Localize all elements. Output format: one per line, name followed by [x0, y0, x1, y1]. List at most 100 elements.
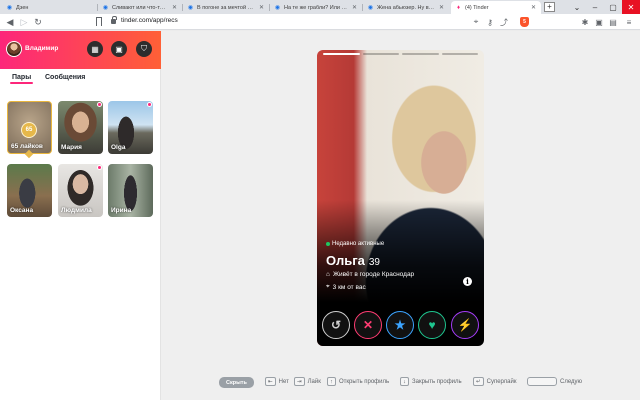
hint-no: ⇤ Нет: [265, 377, 289, 386]
close-tab-icon[interactable]: ✕: [438, 4, 445, 11]
keyboard-hints: Скрыть ⇤ Нет ⇥ Лайк ↑ Открыть профиль ↓ …: [161, 374, 640, 390]
boost-button[interactable]: ⚡: [451, 311, 479, 339]
super-like-button[interactable]: ★: [386, 311, 414, 339]
close-window-icon[interactable]: ✕: [622, 0, 640, 14]
reload-icon[interactable]: ↻: [32, 16, 44, 28]
hint-like: ⇥ Лайк: [294, 377, 321, 386]
browser-tab[interactable]: ◉ Жена абьюзер. Ну все нафиг ✕: [363, 1, 449, 14]
briefcase-icon: ▣: [115, 44, 123, 54]
unread-dot: [147, 102, 152, 107]
hide-hints-button[interactable]: Скрыть: [219, 377, 254, 388]
browser-tab[interactable]: ◉ На те же грабли? Или улучши ✕: [270, 1, 362, 14]
arrow-down-key-icon: ↓: [400, 377, 409, 386]
card-label: Ирина: [111, 207, 132, 214]
heart-icon: ♥: [428, 318, 436, 332]
sidebar-tabs: Пары Сообщения: [0, 71, 161, 85]
arrow-left-key-icon: ⇤: [265, 377, 276, 386]
photo-indicator[interactable]: [323, 53, 360, 55]
profile-card[interactable]: [317, 50, 484, 346]
card-label: 65 лайков: [11, 143, 43, 150]
shield-icon: ⛉: [141, 44, 147, 53]
tab-search-icon[interactable]: ⌄: [568, 0, 586, 14]
hint-superlike: ↵ Суперлайк: [473, 377, 516, 386]
tab-matches[interactable]: Пары: [9, 74, 34, 84]
dzen-icon: ◉: [187, 5, 194, 11]
space-key-icon: [527, 377, 557, 386]
dzen-icon: ◉: [102, 5, 109, 11]
unread-dot: [97, 102, 102, 107]
star-icon: ★: [394, 318, 406, 332]
profile-name: Ольга: [326, 253, 365, 268]
nope-button[interactable]: ✕: [354, 311, 382, 339]
activity-text: Недавно активные: [332, 241, 385, 247]
rewind-icon: ↺: [330, 318, 342, 332]
tinder-icon: ♦: [456, 4, 461, 11]
card-label: Оксана: [10, 207, 34, 214]
hint-next: Следую: [527, 377, 582, 386]
dzen-icon: ◉: [6, 5, 13, 11]
profile-city-row: ⌂ Живёт в городе Краснодар: [326, 271, 414, 278]
close-tab-icon[interactable]: ✕: [530, 4, 537, 11]
activity-status: Недавно активные: [326, 241, 384, 247]
lightning-icon: ⚡: [457, 318, 473, 332]
photo-progress: [323, 53, 478, 55]
profile-city: Живёт в городе Краснодар: [332, 271, 415, 278]
close-icon: ✕: [362, 318, 374, 332]
photo-indicator[interactable]: [441, 53, 478, 55]
photo-indicator[interactable]: [402, 53, 439, 55]
card-label: Мария: [61, 144, 82, 151]
forward-icon[interactable]: ▷: [18, 16, 30, 28]
close-tab-icon[interactable]: ✕: [258, 4, 265, 11]
online-dot-icon: [326, 242, 330, 246]
profile-age: 39: [368, 257, 380, 268]
share-icon[interactable]: ⤴: [499, 17, 509, 27]
browser-tab-active[interactable]: ♦ (4) Tinder ✕: [451, 1, 541, 14]
safety-button[interactable]: ⛉: [136, 41, 152, 57]
arrow-right-key-icon: ⇥: [294, 377, 305, 386]
avatar[interactable]: [6, 41, 22, 57]
like-button[interactable]: ♥: [418, 311, 446, 339]
close-tab-icon[interactable]: ✕: [171, 4, 178, 11]
bookmark-icon[interactable]: [96, 17, 102, 26]
match-card[interactable]: Ирина: [108, 164, 153, 217]
brave-shields-icon[interactable]: 5: [520, 17, 529, 27]
extensions-icon[interactable]: ✱: [580, 17, 590, 27]
likes-count-badge: 65: [21, 122, 37, 138]
dzen-icon: ◉: [367, 5, 374, 11]
browser-tab[interactable]: ◉ Дзен: [2, 1, 97, 14]
explore-button[interactable]: ▦: [87, 41, 103, 57]
sidebar-toggle-icon[interactable]: ▣: [594, 17, 604, 27]
work-mode-button[interactable]: ▣: [111, 41, 127, 57]
unread-dot: [97, 165, 102, 170]
profile-name-row: Ольга 39: [326, 253, 380, 268]
browser-tab[interactable]: ◉ В погоне за мечтой или прив ✕: [183, 1, 269, 14]
hint-close-profile: ↓ Закрыть профиль: [400, 377, 462, 386]
location-pin-icon: ⌖: [326, 283, 330, 290]
match-card[interactable]: Мария: [58, 101, 103, 154]
url-field[interactable]: tinder.com/app/recs: [121, 17, 178, 24]
tab-messages[interactable]: Сообщения: [45, 74, 85, 81]
match-card[interactable]: Olga: [108, 101, 153, 154]
photo-indicator[interactable]: [362, 53, 399, 55]
back-icon[interactable]: ◀: [4, 16, 16, 28]
location-icon[interactable]: ⌖: [471, 17, 481, 27]
user-name[interactable]: Владимир: [25, 45, 58, 52]
home-icon: ⌂: [326, 271, 330, 278]
key-icon[interactable]: ⚷: [485, 17, 495, 27]
wallet-icon[interactable]: ▤: [608, 17, 618, 27]
browser-tab-strip: ◉ Дзен ◉ Сливают или что-то не так? - Дз…: [0, 0, 640, 14]
browser-tab[interactable]: ◉ Сливают или что-то не так? - Дзен ✕: [98, 1, 182, 14]
rewind-button[interactable]: ↺: [322, 311, 350, 339]
new-tab-button[interactable]: +: [544, 2, 555, 12]
lock-icon[interactable]: [111, 16, 117, 24]
grid-icon: ▦: [91, 44, 99, 54]
profile-distance: 3 км от вас: [332, 283, 366, 291]
menu-icon[interactable]: ≡: [624, 17, 634, 27]
info-icon[interactable]: i: [463, 277, 472, 286]
close-tab-icon[interactable]: ✕: [351, 4, 358, 11]
match-card[interactable]: Оксана: [7, 164, 52, 217]
maximize-icon[interactable]: ▢: [604, 0, 622, 14]
match-card[interactable]: Людмила: [58, 164, 103, 217]
likes-card[interactable]: 65 65 лайков: [7, 101, 52, 154]
minimize-icon[interactable]: –: [586, 0, 604, 14]
